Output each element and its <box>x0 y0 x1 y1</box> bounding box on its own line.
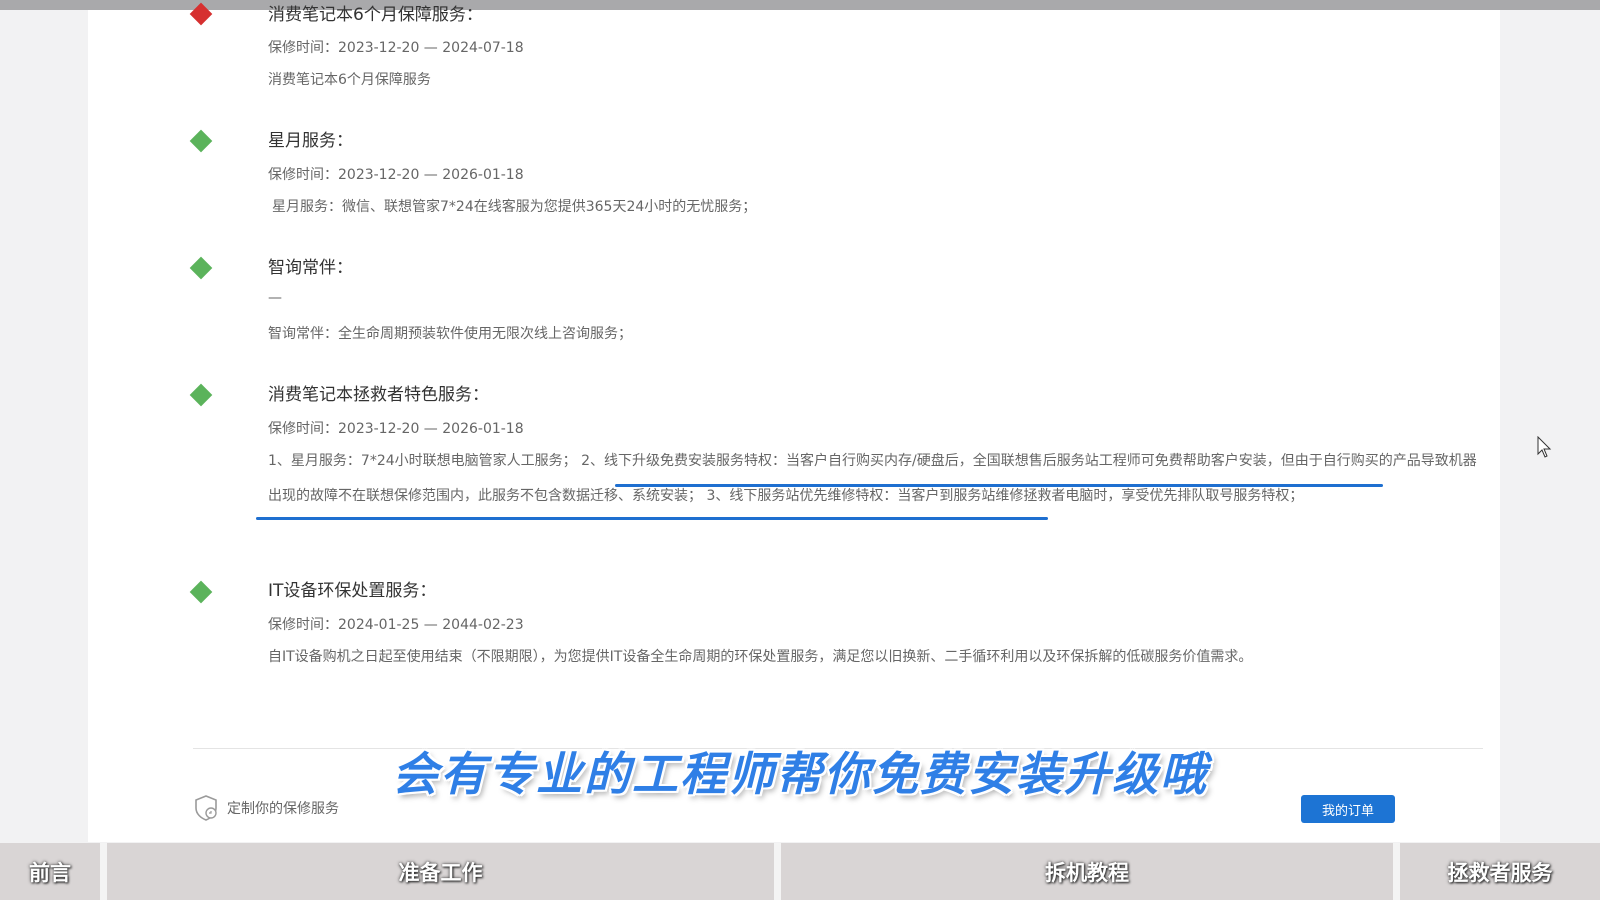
service-period: 保修时间：2023-12-20 — 2024-07-18 <box>268 37 524 57</box>
service-period: 保修时间：2024-01-25 — 2044-02-23 <box>268 614 524 634</box>
period-label: 保修时间： <box>268 421 338 437</box>
green-diamond-icon <box>189 383 213 407</box>
warranty-services-panel: 消费笔记本6个月保障服务： 保修时间：2023-12-20 — 2024-07-… <box>88 2 1500 842</box>
period-label: 保修时间： <box>268 617 338 633</box>
service-description: 消费笔记本6个月保障服务 <box>268 72 431 88</box>
green-diamond-icon <box>189 580 213 604</box>
chapter-item[interactable]: 拯救者服务 <box>1400 843 1600 900</box>
green-diamond-icon <box>189 129 213 153</box>
service-title: 智询常伴： <box>268 258 353 278</box>
highlight-underline <box>615 484 1383 487</box>
period-value: 2023-12-20 — 2026-01-18 <box>338 167 524 183</box>
chapter-item[interactable]: 拆机教程 <box>781 843 1393 900</box>
period-label: 保修时间： <box>268 167 338 183</box>
service-period: 保修时间：2023-12-20 — 2026-01-18 <box>268 164 524 184</box>
service-title: 消费笔记本拯救者特色服务： <box>268 385 489 405</box>
period-value: 2023-12-20 — 2026-01-18 <box>338 421 524 437</box>
period-value: 2024-01-25 — 2044-02-23 <box>338 617 524 633</box>
green-diamond-icon <box>189 256 213 280</box>
service-title: 消费笔记本6个月保障服务： <box>268 5 483 25</box>
period-value: 2023-12-20 — 2024-07-18 <box>338 40 524 56</box>
service-title: 星月服务： <box>268 131 353 151</box>
service-description: 智询常伴：全生命周期预装软件使用无限次线上咨询服务； <box>268 326 632 342</box>
service-period: 保修时间：2023-12-20 — 2026-01-18 <box>268 418 524 438</box>
chapter-item[interactable]: 准备工作 <box>107 843 774 900</box>
highlight-underline <box>256 517 1048 520</box>
mouse-cursor-icon <box>1537 436 1552 458</box>
service-description: 1、星月服务：7*24小时联想电脑管家人工服务； 2、线下升级免费安装服务特权：… <box>268 453 1477 504</box>
video-subtitle: 会有专业的工程师帮你免费安装升级哦 <box>392 747 1208 801</box>
chapter-bar: 前言 准备工作 拆机教程 拯救者服务 <box>0 843 1600 900</box>
service-description: 自IT设备购机之日起至使用结束（不限期限），为您提供IT设备全生命周期的环保处置… <box>268 649 1253 665</box>
video-top-bar <box>0 0 1600 10</box>
service-period: — <box>268 290 282 306</box>
chapter-item[interactable]: 前言 <box>0 843 100 900</box>
service-description: 星月服务：微信、联想管家7*24在线客服为您提供365天24小时的无忧服务； <box>272 199 757 215</box>
period-label: 保修时间： <box>268 40 338 56</box>
service-title: IT设备环保处置服务： <box>268 581 437 601</box>
